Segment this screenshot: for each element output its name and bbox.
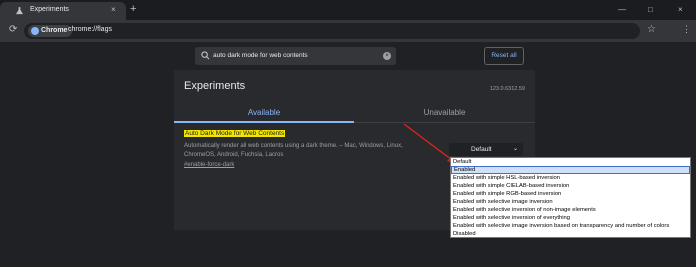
site-chip-label: Chrome — [41, 27, 68, 34]
page-title: Experiments — [184, 80, 246, 92]
url-text[interactable]: chrome://flags — [68, 26, 112, 33]
minimize-button[interactable]: — — [618, 5, 626, 14]
tab-strip: Experiments × + — □ × — [0, 0, 696, 20]
flag-select[interactable]: Default ⌄ — [449, 143, 523, 156]
dropdown-option-disabled[interactable]: Disabled — [451, 230, 690, 238]
dropdown-option-transparency[interactable]: Enabled with selective image inversion b… — [451, 222, 690, 230]
clear-icon[interactable]: × — [383, 52, 391, 60]
address-bar[interactable]: Chrome chrome://flags — [24, 23, 640, 39]
search-query: auto dark mode for web contents — [213, 52, 308, 59]
dropdown-option-non-image[interactable]: Enabled with selective inversion of non-… — [451, 206, 690, 214]
dropdown-option-everything[interactable]: Enabled with selective inversion of ever… — [451, 214, 690, 222]
new-tab-button[interactable]: + — [130, 3, 136, 15]
menu-icon[interactable]: ⋮ — [682, 24, 691, 35]
dropdown-list: Default Enabled Enabled with simple HSL-… — [450, 157, 691, 238]
site-chip[interactable]: Chrome — [28, 25, 73, 37]
dropdown-option-cielab[interactable]: Enabled with simple CIELAB-based inversi… — [451, 182, 690, 190]
dropdown-option-hsl[interactable]: Enabled with simple HSL-based inversion — [451, 174, 690, 182]
tab-title: Experiments — [30, 6, 69, 13]
flag-link[interactable]: #enable-force-dark — [184, 162, 234, 168]
dropdown-option-selective-image[interactable]: Enabled with selective image inversion — [451, 198, 690, 206]
flag-title: Auto Dark Mode for Web Contents — [184, 130, 286, 137]
close-icon[interactable]: × — [111, 5, 116, 14]
tab-experiments[interactable]: Experiments × — [0, 2, 126, 20]
maximize-button[interactable]: □ — [648, 5, 653, 14]
active-tab-indicator — [174, 121, 354, 123]
select-value: Default — [471, 146, 492, 153]
window-close-button[interactable]: × — [678, 5, 683, 14]
bookmark-star-icon[interactable]: ☆ — [647, 24, 656, 35]
tab-available[interactable]: Available — [174, 108, 354, 117]
dropdown-option-enabled[interactable]: Enabled — [451, 166, 690, 174]
version-label: 123.0.6312.59 — [489, 86, 525, 92]
chrome-logo-icon — [31, 27, 39, 35]
search-input[interactable]: auto dark mode for web contents × — [195, 47, 396, 65]
flask-icon — [16, 7, 23, 15]
tab-unavailable[interactable]: Unavailable — [354, 108, 535, 117]
reload-icon[interactable]: ⟳ — [9, 24, 17, 35]
reset-all-button[interactable]: Reset all — [484, 47, 524, 65]
dropdown-option-default[interactable]: Default — [451, 158, 690, 166]
chevron-down-icon: ⌄ — [512, 146, 518, 152]
flag-description: Automatically render all web contents us… — [184, 143, 403, 158]
bottom-edge — [0, 263, 696, 267]
toolbar: ⟳ Chrome chrome://flags ☆ ⋮ — [0, 20, 696, 42]
dropdown-option-rgb[interactable]: Enabled with simple RGB-based inversion — [451, 190, 690, 198]
search-icon — [201, 51, 210, 60]
